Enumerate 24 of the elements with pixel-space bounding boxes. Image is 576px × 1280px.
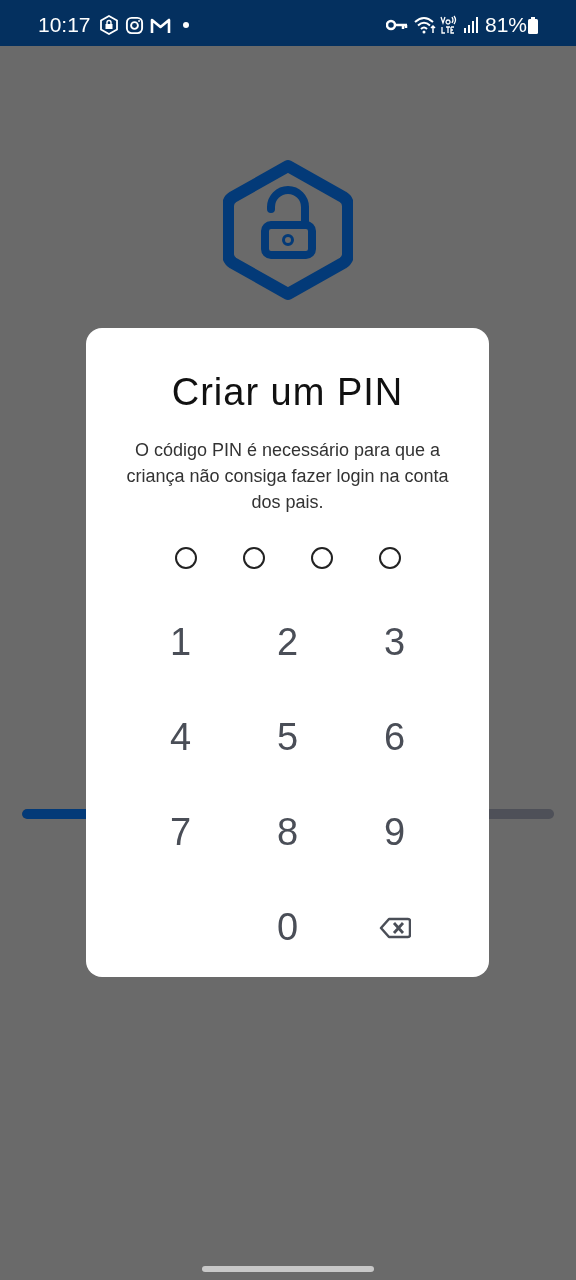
keypad-key[interactable]: 1 (127, 595, 234, 690)
battery-icon (528, 16, 538, 34)
mail-icon (149, 16, 171, 34)
keypad-key[interactable]: 9 (341, 785, 448, 880)
key-icon (385, 19, 408, 31)
keypad-key[interactable]: 6 (341, 690, 448, 785)
volte-icon (439, 15, 458, 35)
dialog-message: O código PIN é necessário para que a criança não consiga fazer login na conta dos pais. (125, 439, 450, 514)
wifi-icon (413, 16, 436, 34)
keypad-key[interactable]: 8 (234, 785, 341, 880)
battery-percent: 81% (484, 12, 527, 39)
unlocked-padlock-icon (223, 159, 353, 301)
dialog-title: Criar um PIN (171, 370, 404, 415)
camera-icon (124, 15, 144, 35)
lock-icon (98, 15, 119, 35)
signal-icon (462, 17, 479, 33)
keypad-key[interactable]: 7 (127, 785, 234, 880)
keypad-key[interactable]: 0 (234, 880, 341, 975)
keypad-key[interactable]: 4 (127, 690, 234, 785)
keypad-key[interactable]: 5 (234, 690, 341, 785)
keypad-key[interactable]: 3 (341, 595, 448, 690)
backspace-icon (378, 916, 411, 939)
clock-text: 10:17 (38, 12, 91, 39)
keypad-key[interactable]: 2 (234, 595, 341, 690)
